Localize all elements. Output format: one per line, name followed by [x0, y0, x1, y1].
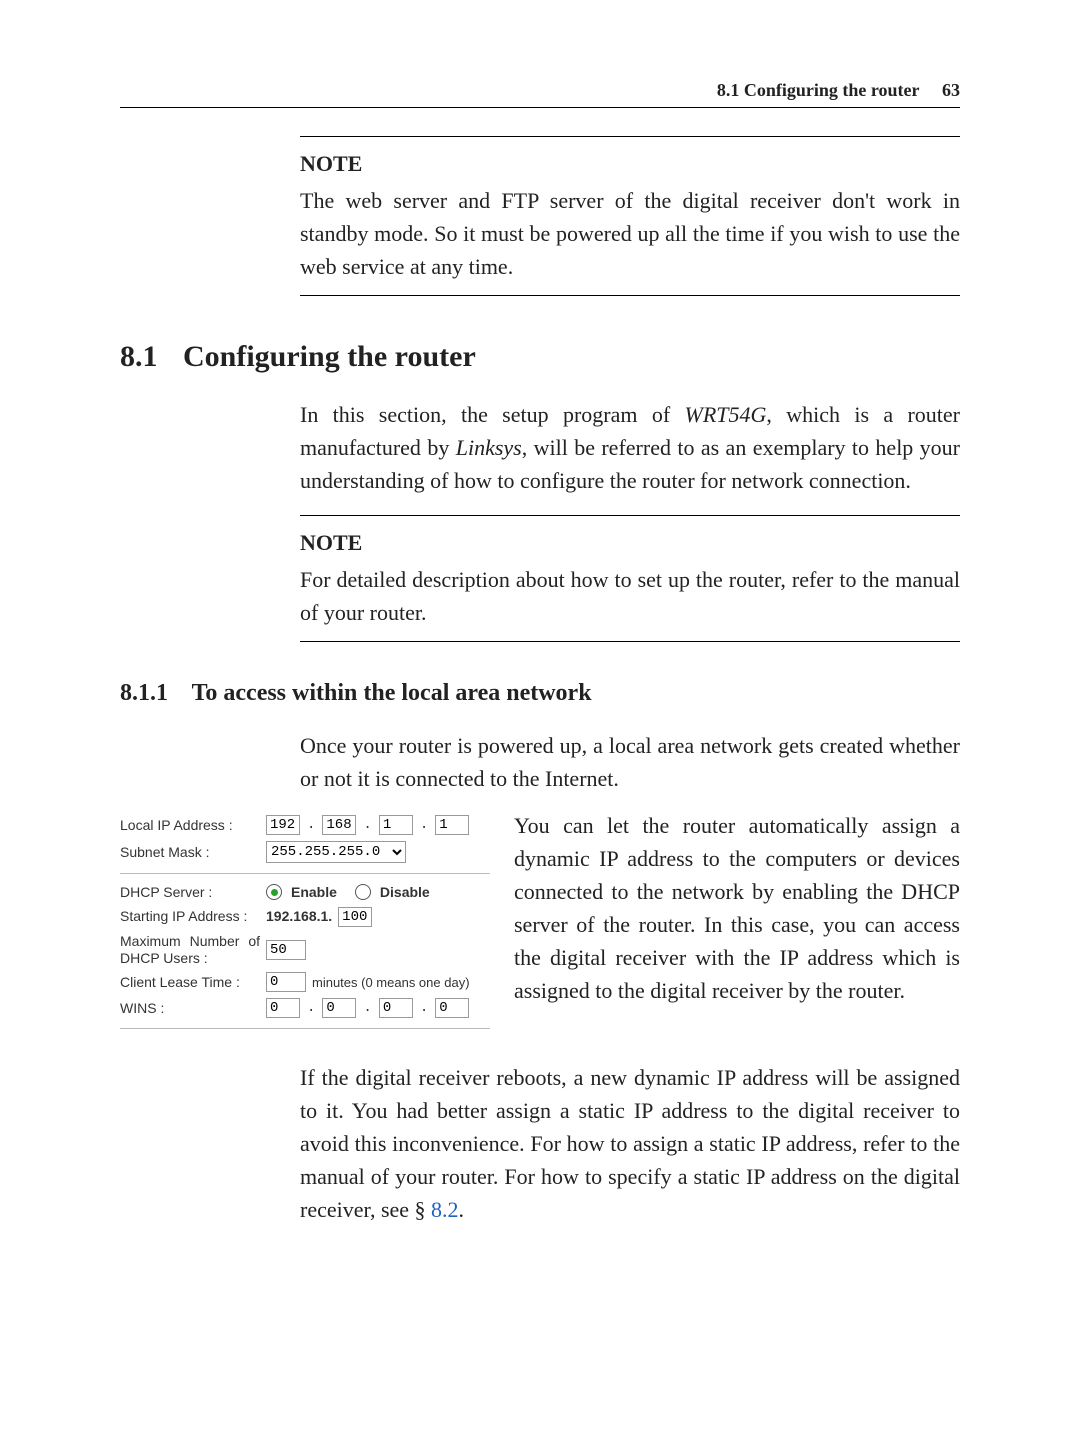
- starting-ip-input[interactable]: [338, 907, 372, 927]
- section-intro: In this section, the setup program of WR…: [300, 398, 960, 497]
- intro-em2: Linksys: [456, 435, 522, 460]
- subsection-heading: 8.1.1 To access within the local area ne…: [120, 680, 960, 707]
- lease-time-suffix: minutes (0 means one day): [312, 975, 470, 991]
- panel-divider: [120, 873, 490, 874]
- label-local-ip: Local IP Address :: [120, 817, 260, 834]
- subsection-para2: If the digital receiver reboots, a new d…: [300, 1061, 960, 1226]
- starting-ip-prefix: 192.168.1.: [266, 908, 332, 925]
- intro-pre: In this section, the setup program of: [300, 402, 685, 427]
- section-number: 8.1: [120, 340, 158, 373]
- para2-pre: If the digital receiver reboots, a new d…: [300, 1065, 960, 1222]
- dhcp-disable-radio[interactable]: [355, 884, 371, 900]
- wins-octet-3[interactable]: [379, 998, 413, 1018]
- page-number: 63: [942, 80, 960, 100]
- wins-octet-2[interactable]: [322, 998, 356, 1018]
- cross-ref-link[interactable]: 8.2: [431, 1197, 459, 1222]
- label-subnet: Subnet Mask :: [120, 844, 260, 861]
- label-wins: WINS :: [120, 1000, 260, 1017]
- local-ip-octet-2[interactable]: [322, 815, 356, 835]
- wins-octet-1[interactable]: [266, 998, 300, 1018]
- note-heading: NOTE: [300, 147, 960, 180]
- local-ip-octet-3[interactable]: [379, 815, 413, 835]
- section-title-text: Configuring the router: [183, 340, 476, 373]
- para2-post: .: [459, 1197, 465, 1222]
- label-lease-time: Client Lease Time :: [120, 974, 260, 991]
- intro-em1: WRT54G: [685, 402, 767, 427]
- subsection-number: 8.1.1: [120, 680, 168, 706]
- running-section: 8.1 Configuring the router: [717, 80, 920, 100]
- dhcp-enable-label: Enable: [291, 884, 337, 901]
- local-ip-octet-4[interactable]: [435, 815, 469, 835]
- router-side-paragraph: You can let the router automatically ass…: [514, 809, 960, 1007]
- note-rule-top: [300, 136, 960, 137]
- note-body: The web server and FTP server of the dig…: [300, 184, 960, 283]
- label-starting-ip: Starting IP Address :: [120, 908, 260, 925]
- subnet-mask-select[interactable]: 255.255.255.0: [266, 841, 406, 863]
- header-rule: [120, 107, 960, 108]
- panel-bottom-rule: [120, 1028, 490, 1029]
- note2-rule-top: [300, 515, 960, 516]
- lease-time-input[interactable]: [266, 972, 306, 992]
- label-dhcp-server: DHCP Server :: [120, 884, 260, 901]
- max-users-input[interactable]: [266, 940, 306, 960]
- wins-octet-4[interactable]: [435, 998, 469, 1018]
- note2-body: For detailed description about how to se…: [300, 563, 960, 629]
- note2-heading: NOTE: [300, 526, 960, 559]
- note2-rule-bottom: [300, 641, 960, 642]
- subsection-title-text: To access within the local area network: [192, 680, 592, 706]
- label-max-users: Maximum Number of DHCP Users :: [120, 933, 260, 967]
- dhcp-enable-radio[interactable]: [266, 884, 282, 900]
- subsection-para1: Once your router is powered up, a local …: [300, 729, 960, 795]
- section-heading: 8.1 Configuring the router: [120, 340, 960, 374]
- router-config-panel: Local IP Address : . . . Subnet Mask : 2…: [120, 809, 490, 1039]
- note-rule-bottom: [300, 295, 960, 296]
- local-ip-octet-1[interactable]: [266, 815, 300, 835]
- dhcp-disable-label: Disable: [380, 884, 430, 901]
- running-head: 8.1 Configuring the router 63: [120, 80, 960, 101]
- page: 8.1 Configuring the router 63 NOTE The w…: [0, 0, 1080, 1439]
